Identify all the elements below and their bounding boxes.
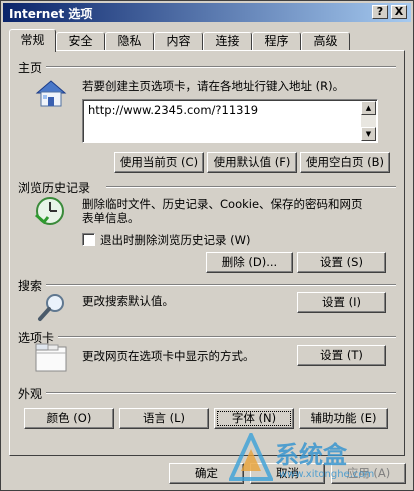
home-divider — [46, 66, 396, 68]
colors-button[interactable]: 颜色 (O) — [24, 408, 114, 429]
search-divider — [46, 284, 396, 286]
delete-on-exit-checkbox[interactable] — [82, 233, 95, 246]
tab-advanced[interactable]: 高级 — [301, 32, 350, 51]
watermark-logo-icon — [229, 433, 273, 481]
appearance-divider — [46, 392, 396, 394]
tabbed-window-icon — [35, 343, 67, 372]
history-description-line2: 表单信息。 — [82, 211, 140, 225]
use-current-button[interactable]: 使用当前页 (C) — [114, 152, 204, 173]
appearance-section-title: 外观 — [18, 387, 43, 401]
tabs-divider — [58, 336, 396, 338]
watermark-brand: 系统盒 — [275, 441, 347, 469]
tab-programs[interactable]: 程序 — [252, 32, 301, 51]
home-url-value: http://www.2345.com/?11319 — [88, 103, 259, 117]
history-divider — [106, 186, 396, 188]
title-bar[interactable]: Internet 选项 ? X — [3, 3, 411, 22]
scroll-down-icon[interactable]: ▼ — [361, 127, 376, 141]
window-title: Internet 选项 — [9, 7, 93, 21]
home-icon — [35, 80, 67, 107]
use-blank-button[interactable]: 使用空白页 (B) — [300, 152, 390, 173]
tab-content[interactable]: 内容 — [154, 32, 203, 51]
delete-history-button[interactable]: 删除 (D)... — [206, 252, 293, 273]
general-panel: 主页 若要创建主页选项卡，请在各地址行键入地址 (R)。 http://www.… — [9, 50, 405, 456]
close-button[interactable]: X — [391, 5, 407, 19]
delete-on-exit-label[interactable]: 退出时删除浏览历史记录 (W) — [100, 233, 251, 247]
home-description: 若要创建主页选项卡，请在各地址行键入地址 (R)。 — [82, 79, 345, 93]
internet-options-dialog: Internet 选项 ? X 常规 安全 隐私 内容 连接 程序 高级 主页 … — [0, 0, 414, 491]
accessibility-button[interactable]: 辅助功能 (E) — [299, 408, 388, 429]
tab-connections[interactable]: 连接 — [203, 32, 252, 51]
home-url-input[interactable]: http://www.2345.com/?11319 ▲ ▼ — [82, 99, 378, 143]
watermark: 系统盒 www.xitonghe.com — [229, 431, 409, 489]
languages-button[interactable]: 语言 (L) — [119, 408, 209, 429]
search-settings-button[interactable]: 设置 (I) — [297, 292, 386, 313]
history-section-title: 浏览历史记录 — [18, 181, 91, 195]
history-settings-button[interactable]: 设置 (S) — [297, 252, 386, 273]
history-clock-icon — [35, 197, 64, 225]
history-description-line1: 删除临时文件、历史记录、Cookie、保存的密码和网页 — [82, 197, 363, 211]
url-scrollbar[interactable]: ▲ ▼ — [361, 101, 376, 141]
tab-general[interactable]: 常规 — [9, 29, 56, 52]
watermark-url: www.xitonghe.com — [279, 469, 375, 480]
tabs-settings-button[interactable]: 设置 (T) — [297, 345, 386, 366]
tab-privacy[interactable]: 隐私 — [105, 32, 154, 51]
tab-security[interactable]: 安全 — [56, 32, 105, 51]
search-magnifier-icon — [38, 294, 64, 321]
help-button[interactable]: ? — [372, 5, 388, 19]
tabs-description: 更改网页在选项卡中显示的方式。 — [82, 349, 255, 363]
scroll-up-icon[interactable]: ▲ — [361, 101, 376, 115]
use-default-button[interactable]: 使用默认值 (F) — [207, 152, 297, 173]
home-section-title: 主页 — [18, 61, 43, 75]
fonts-button[interactable]: 字体 (N) — [214, 408, 294, 429]
search-description: 更改搜索默认值。 — [82, 294, 174, 308]
